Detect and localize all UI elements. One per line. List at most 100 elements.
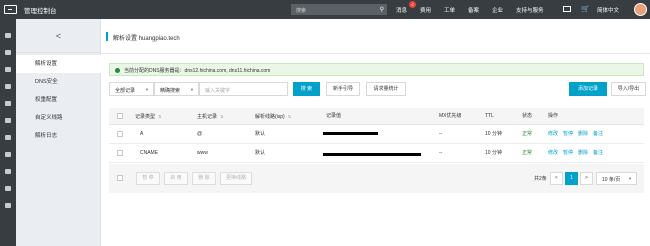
remark-link[interactable]: 备注 [593,131,603,137]
sort-icon: ⇅ [158,114,162,119]
rail-database-icon[interactable] [5,101,11,106]
page-title: 解析设置 huangpiao.tech [113,36,180,42]
row-checkbox[interactable] [117,150,123,156]
nav-enterprise[interactable]: 企业 [492,6,503,14]
language-switch[interactable]: 简体中文 [597,6,619,14]
mail-icon[interactable] [563,6,571,12]
console-link[interactable]: 管理控制台 [24,5,57,15]
select-all-checkbox[interactable] [117,113,123,119]
col-actions: 操作 [548,113,559,119]
edit-link[interactable]: 修改 [548,150,558,156]
rail-shield-icon[interactable] [5,67,11,72]
rail-globe-icon[interactable] [5,169,11,174]
row-checkbox[interactable] [117,131,123,137]
record-type-value: 全部记录 [115,88,136,94]
host-record: @ [197,131,203,137]
guide-button[interactable]: 新手引导 [326,82,360,96]
chevron-down-icon: ▼ [628,176,632,181]
search-icon[interactable]: ⚲ [380,6,384,13]
page-size-select[interactable]: 10 条/页 ▼ [596,172,637,185]
bulk-enable-button[interactable]: 启 用 [164,172,188,185]
nav-messages[interactable]: 消息 [396,6,407,14]
status-badge: 正常 [522,131,533,137]
bulk-change-line-button[interactable]: 更换线路 [220,172,252,185]
col-host[interactable]: 主机记录 ⇅ [197,108,223,124]
chevron-down-icon: ▼ [145,87,149,92]
record-type: A [140,131,144,137]
col-status: 状态 [522,113,533,119]
col-line[interactable]: 解析线路(isp) ⇅ [255,108,291,124]
avatar[interactable] [634,3,647,16]
page-header: 解析设置 huangpiao.tech [101,19,650,54]
rail-menu-icon[interactable] [5,33,11,38]
footer-select-all-checkbox[interactable] [117,175,123,181]
row-actions: 修改 暂停 删除 备注 [548,144,608,162]
next-page-button[interactable]: > [580,172,593,185]
import-export-button[interactable]: 导入/导出 [611,82,646,96]
subnav-item-weight-config[interactable]: 权重配置 [16,91,101,109]
search-mode-value: 精确搜索 [160,88,181,94]
page-1-button[interactable]: 1 [565,172,578,185]
col-mx: MX优先级 [439,113,462,119]
add-record-button[interactable]: 添加记录 [569,82,607,96]
rail-network-icon[interactable] [5,135,11,140]
rail-cube-icon[interactable] [5,152,11,157]
col-record-type[interactable]: 记录类型 ⇅ [135,108,161,124]
redacted-record-value [323,132,378,135]
sort-icon: ⇅ [287,114,292,119]
host-record: www [197,150,208,156]
subnav-item-custom-lines[interactable]: 自定义线路 [16,109,101,127]
record-type: CNAME [140,150,159,156]
nav-tickets[interactable]: 工单 [444,6,455,14]
subnav-item-dns-security[interactable]: DNS安全 [16,73,101,91]
col-ttl: TTL [485,113,494,119]
subnav-item-dns-log[interactable]: 解析日志 [16,127,101,145]
top-bar: 管理控制台 搜索 ⚲ 消息 4 费用 工单 备案 企业 支持与服务 🛒 简体中文 [0,0,650,19]
rail-grid-icon[interactable] [5,50,11,55]
status-badge: 正常 [522,150,533,156]
dns-server-notice: 当前分配的DNS服务器是：dns12.hichina.com, dns11.hi… [109,63,644,76]
chevron-down-icon: ▼ [190,87,194,92]
pause-link[interactable]: 暂停 [563,150,573,156]
bulk-delete-button[interactable]: 删 除 [192,172,216,185]
notice-text: 当前分配的DNS服务器是：dns12.hichina.com, dns11.hi… [124,68,271,74]
title-accent-bar [106,32,108,41]
rail-dns-icon[interactable] [5,186,11,191]
search-button[interactable]: 搜 索 [293,82,320,96]
request-stats-button[interactable]: 请求量统计 [366,82,406,96]
line: 默认 [255,150,266,156]
prev-page-button[interactable]: < [550,172,563,185]
record-type-select[interactable]: 全部记录 ▼ [109,82,154,96]
table-footer: 暂 停 启 用 删 除 更换线路 共2条 < 1 > 10 条/页 ▼ [109,164,644,193]
back-chevron-icon[interactable]: < [16,19,101,53]
row-actions: 修改 暂停 删除 备注 [548,125,608,143]
bulk-pause-button[interactable]: 暂 停 [136,172,160,185]
nav-fees[interactable]: 费用 [420,6,431,14]
keyword-input[interactable]: 输入关键字 [199,82,288,96]
message-count-badge: 4 [409,1,416,8]
aliyun-logo-icon[interactable] [4,5,17,14]
rail-clock-icon[interactable] [5,203,11,208]
redacted-record-value [323,153,421,156]
search-mode-select[interactable]: 精确搜索 ▼ [154,82,199,96]
cart-icon[interactable]: 🛒 [581,5,590,13]
col-value: 记录值 [326,113,342,119]
mx-priority: -- [439,131,443,137]
pause-link[interactable]: 暂停 [563,131,573,137]
edit-link[interactable]: 修改 [548,131,558,137]
table-row: A @ 默认 -- 10 分钟 正常 修改 暂停 删除 备注 [109,125,644,144]
rail-cloud-upload-icon[interactable] [5,118,11,123]
delete-link[interactable]: 删除 [578,131,588,137]
rail-cloud-icon[interactable] [5,84,11,89]
table-row: CNAME www 默认 -- 10 分钟 正常 修改 暂停 删除 备注 [109,144,644,163]
nav-support[interactable]: 支持与服务 [516,6,544,14]
delete-link[interactable]: 删除 [578,150,588,156]
product-rail [0,19,16,246]
search-placeholder: 搜索 [296,7,307,14]
page-size-value: 10 条/页 [602,177,621,183]
subnav-item-dns-settings[interactable]: 解析设置 [16,55,101,73]
remark-link[interactable]: 备注 [593,150,603,156]
search-input[interactable]: 搜索 ⚲ [291,4,387,15]
table-header: 记录类型 ⇅ 主机记录 ⇅ 解析线路(isp) ⇅ 记录值 MX优先级 TTL 状态 … [109,108,644,125]
nav-icp[interactable]: 备案 [468,6,479,14]
